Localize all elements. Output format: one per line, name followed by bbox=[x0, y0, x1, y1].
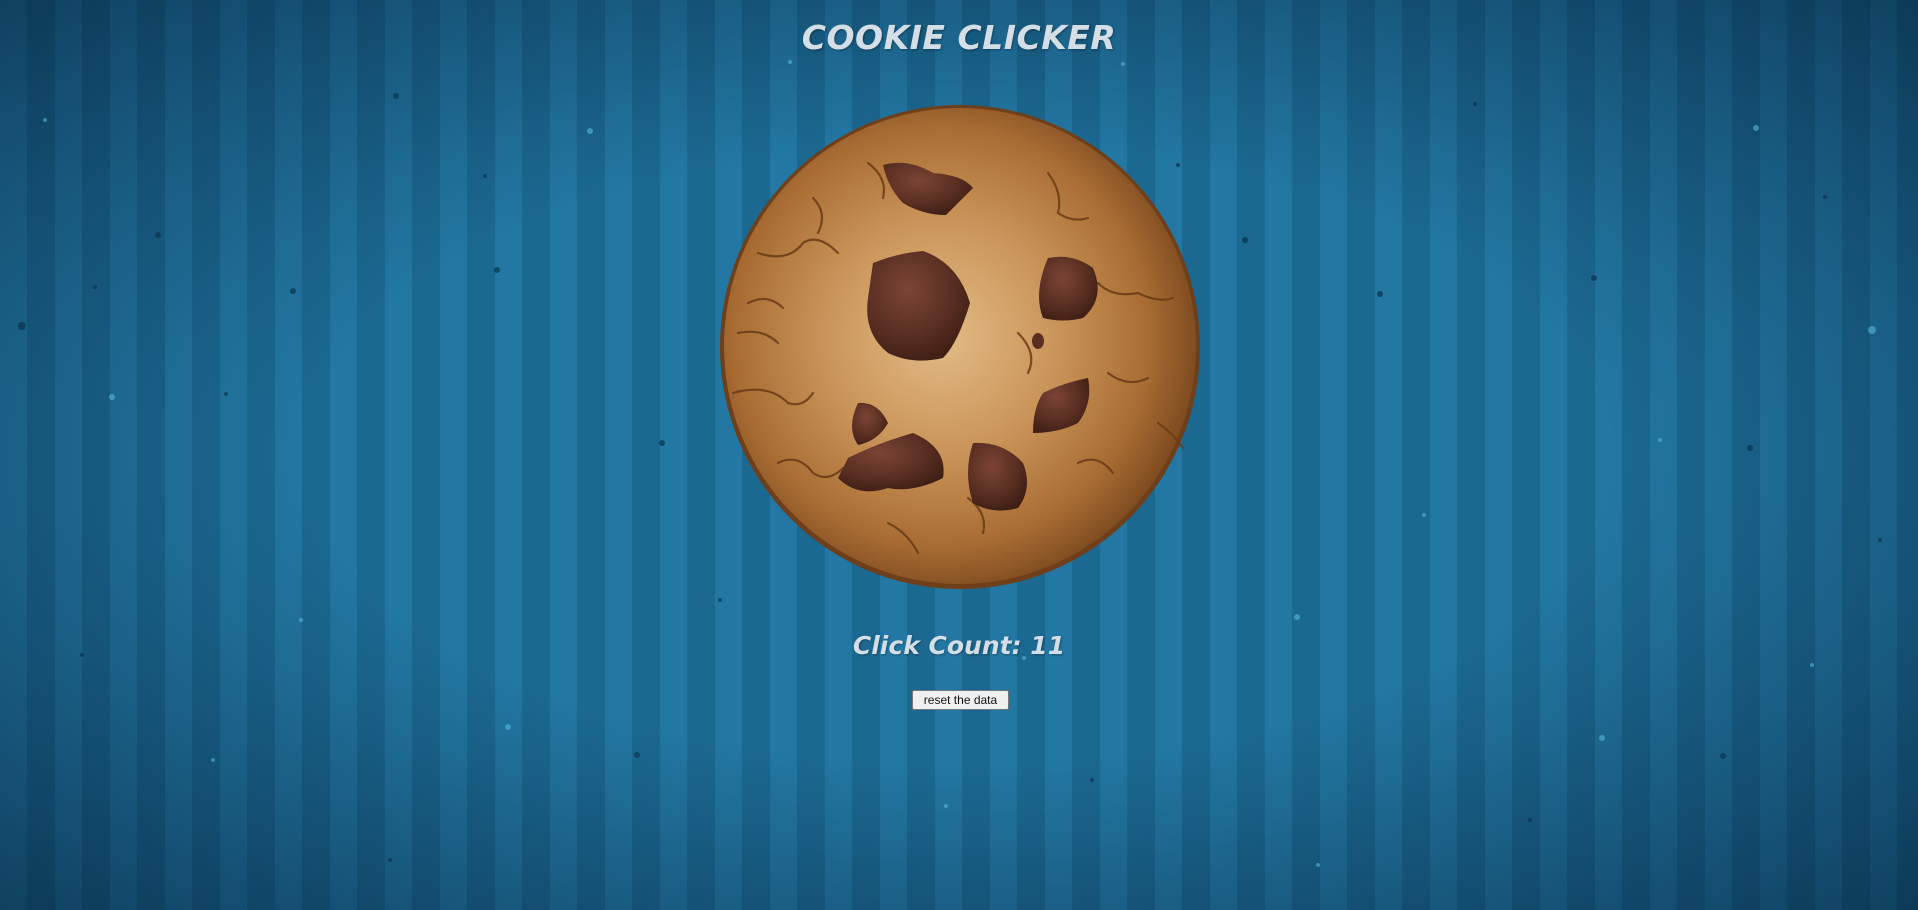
reset-data-button[interactable]: reset the data bbox=[912, 690, 1009, 710]
page-title: COOKIE CLICKER bbox=[801, 18, 1117, 57]
chocolate-chip-cookie-icon[interactable] bbox=[718, 103, 1203, 591]
click-count-label: Click Count: 11 bbox=[852, 631, 1066, 660]
cookie-clicker-page: { "page": { "title": "COOKIE CLICKER", "… bbox=[0, 0, 1918, 910]
